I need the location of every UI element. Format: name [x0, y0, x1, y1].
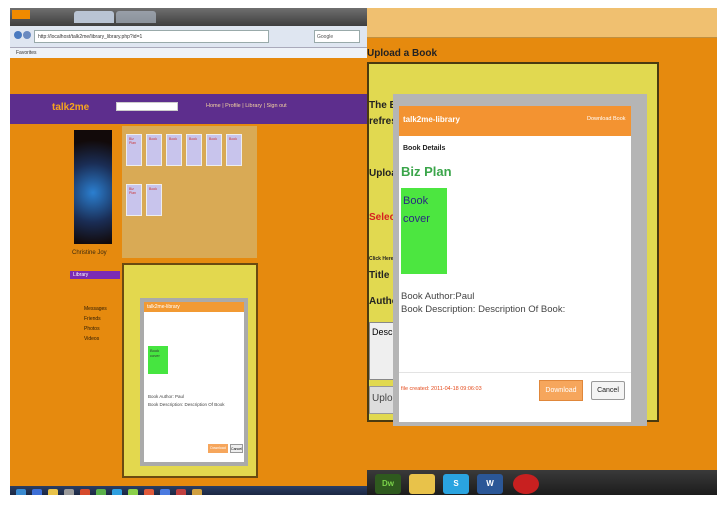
folder-icon[interactable]: [409, 474, 435, 494]
modal-header: talk2me-library Download Book: [399, 106, 631, 136]
mini-modal-body: talk2me-library Book cover Book Author: …: [144, 302, 244, 462]
book-tile[interactable]: Book: [206, 134, 222, 166]
book-tile[interactable]: Book: [146, 134, 162, 166]
bg-label: Title: [369, 270, 390, 281]
download-book-link[interactable]: Download Book: [587, 116, 626, 122]
top-bar: [367, 8, 717, 38]
book-tile[interactable]: Book: [186, 134, 202, 166]
book-shelf: Biz Plan Book Book Book Book Book Biz Pl…: [122, 126, 257, 258]
book-tile[interactable]: Book: [166, 134, 182, 166]
favorites-label[interactable]: Favorites: [16, 50, 37, 56]
forward-icon[interactable]: [23, 31, 31, 39]
address-input[interactable]: http://localhost/talk2me/library_library…: [34, 30, 269, 43]
dreamweaver-icon[interactable]: Dw: [375, 474, 401, 494]
mini-description: Book Description: Description Of Book: [148, 402, 225, 407]
footer-divider: [399, 372, 631, 373]
modal-title: talk2me-library: [403, 115, 460, 124]
profile-avatar: [74, 130, 112, 244]
app-icon[interactable]: [160, 489, 170, 495]
sidebar-item-photos[interactable]: Photos: [84, 326, 100, 332]
sidebar-item-friends[interactable]: Friends: [84, 316, 101, 322]
mini-author: Book Author: Paul: [148, 394, 185, 399]
browser-search-input[interactable]: Google: [314, 30, 360, 43]
upload-heading: Upload a Book: [367, 48, 438, 59]
right-screen: Upload a Book The Bo refresh Upload Sele…: [367, 8, 717, 495]
skype-icon[interactable]: S: [443, 474, 469, 494]
app-icon[interactable]: [96, 489, 106, 495]
bg-label[interactable]: Click Here: [369, 256, 393, 262]
browser-tab[interactable]: [116, 11, 156, 23]
mini-book-modal: talk2me-library Book cover Book Author: …: [140, 298, 248, 466]
favorites-bar: Favorites: [10, 48, 367, 58]
cover-line: Book: [403, 195, 429, 207]
left-screen: http://localhost/talk2me/library_library…: [10, 8, 367, 495]
book-tile[interactable]: Book: [226, 134, 242, 166]
app-icon[interactable]: [176, 489, 186, 495]
start-icon[interactable]: [16, 489, 26, 495]
sidebar-item-library[interactable]: Library: [70, 271, 120, 279]
mini-cancel-button[interactable]: Cancel: [230, 444, 243, 453]
bg-label: Desc: [372, 327, 393, 337]
app-icon[interactable]: [192, 489, 202, 495]
sidebar-item-videos[interactable]: Videos: [84, 336, 99, 342]
download-button[interactable]: Download: [539, 380, 583, 401]
created-timestamp: file created: 2011-04-18 09:06:03: [401, 386, 482, 392]
mini-download-button[interactable]: Download: [208, 444, 228, 453]
site-search-input[interactable]: [116, 102, 178, 111]
cover-line: cover: [403, 213, 430, 225]
back-icon[interactable]: [14, 31, 22, 39]
cancel-button[interactable]: Cancel: [591, 381, 625, 400]
site-logo[interactable]: talk2me: [52, 102, 89, 113]
folder-icon[interactable]: [48, 489, 58, 495]
address-bar-row: http://localhost/talk2me/library_library…: [10, 26, 367, 48]
app-icon[interactable]: [80, 489, 90, 495]
browser-tab-bar: [10, 8, 367, 26]
book-cover: Book cover: [401, 188, 447, 274]
book-author: Book Author:Paul: [401, 291, 475, 302]
header-links[interactable]: Home | Profile | Library | Sign out: [206, 103, 287, 109]
profile-name: Christine Joy: [72, 250, 107, 256]
sidebar-item-messages[interactable]: Messages: [84, 306, 107, 312]
book-description: Book Description: Description Of Book:: [401, 304, 566, 315]
word-icon[interactable]: W: [477, 474, 503, 494]
book-modal: talk2me-library Download Book Book Detai…: [399, 106, 631, 422]
cover-label: Book cover: [403, 192, 445, 228]
site-header: talk2me Home | Profile | Library | Sign …: [10, 94, 367, 124]
mini-book-cover: Book cover: [148, 346, 168, 374]
stop-icon[interactable]: [513, 474, 539, 494]
book-title: Biz Plan: [401, 164, 452, 179]
book-tile[interactable]: Biz Plan: [126, 134, 142, 166]
app-icon[interactable]: [144, 489, 154, 495]
app-icon[interactable]: [112, 489, 122, 495]
section-heading: Book Details: [403, 145, 446, 152]
browser-tab[interactable]: [74, 11, 114, 23]
book-tile[interactable]: Book: [146, 184, 162, 216]
app-icon[interactable]: [64, 489, 74, 495]
mini-modal-title: talk2me-library: [144, 302, 244, 312]
app-icon[interactable]: [128, 489, 138, 495]
browser-menu-button[interactable]: [12, 10, 30, 19]
book-tile[interactable]: Biz Plan: [126, 184, 142, 216]
ie-icon[interactable]: [32, 489, 42, 495]
